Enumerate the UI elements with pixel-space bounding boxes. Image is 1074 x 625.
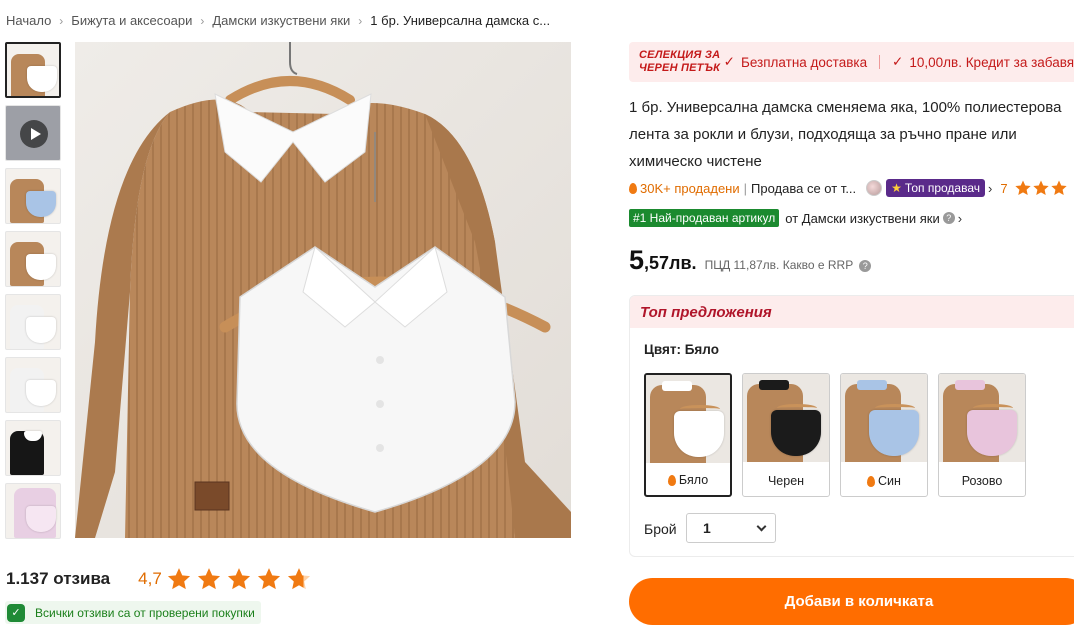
check-icon: ✓: [723, 54, 735, 69]
color-swatch[interactable]: Бяло: [644, 373, 732, 497]
breadcrumb-current: 1 бр. Универсална дамска с...: [370, 13, 551, 28]
chevron-right-icon: ›: [358, 13, 363, 28]
seller-avatar[interactable]: [866, 180, 883, 196]
product-title: 1 бр. Универсална дамска сменяема яка, 1…: [629, 99, 1062, 170]
promo-bar[interactable]: СЕЛЕКЦИЯ ЗА ЧЕРЕН ПЕТЪК ✓ Безплатна доста…: [629, 42, 1074, 82]
help-icon[interactable]: ?: [942, 212, 955, 224]
thumbnail-strip: [5, 42, 63, 546]
swatch-label: Черен: [767, 474, 805, 488]
rating-value: 4,7: [138, 569, 162, 588]
chevron-right-icon[interactable]: ›: [958, 211, 962, 226]
star-rating: [166, 566, 316, 592]
swatch-label: Син: [841, 474, 927, 488]
bestseller-badge: #1 Най-продаван артикул: [629, 209, 780, 227]
quantity-select[interactable]: 1: [686, 513, 776, 543]
product-photo: [75, 42, 571, 538]
check-icon: ✓: [892, 54, 904, 69]
star-half-icon: [287, 568, 310, 590]
divider: |: [743, 180, 748, 196]
top-offers-card: Топ предложения Цвят: Бяло Бяло Черен Син Р…: [629, 295, 1074, 557]
swatch-label: Розово: [961, 474, 1003, 488]
star-icon: [197, 568, 220, 590]
thumbnail-3[interactable]: [5, 168, 61, 224]
thumbnail-1[interactable]: [5, 42, 61, 98]
divider: [879, 55, 881, 69]
color-swatch[interactable]: Син: [840, 373, 928, 497]
thumbnail-5[interactable]: [5, 294, 61, 350]
delay-credit-text: 10,00лв. Кредит за забавяне: [909, 54, 1074, 70]
bestseller-category: от Дамски изкуствени яки: [785, 210, 940, 226]
reviews-summary[interactable]: 1.137 отзива 4,7: [6, 566, 316, 592]
thumbnail-6[interactable]: [5, 357, 61, 413]
flame-icon: [867, 475, 876, 487]
star-icon: [167, 568, 190, 590]
sold-count: 30K+ продадени: [629, 181, 740, 196]
flame-icon: [667, 474, 676, 486]
breadcrumb-jewelry[interactable]: Бижута и аксесоари: [71, 13, 192, 28]
price-main: 5: [629, 245, 645, 275]
quantity-label: Брой: [644, 521, 677, 537]
seller-link[interactable]: Продава се от т...: [751, 181, 856, 196]
thumbnail-4[interactable]: [5, 231, 61, 287]
swatch-label: Бяло: [646, 473, 730, 487]
verified-reviews-badge: ✓ Всички отзиви са от проверени покупки: [5, 601, 261, 624]
color-swatch[interactable]: Черен: [742, 373, 830, 497]
thumbnail-video[interactable]: [5, 105, 61, 161]
thumbnail-7[interactable]: [5, 420, 61, 476]
breadcrumb-home[interactable]: Начало: [6, 13, 51, 28]
seller-rating: 7: [1000, 180, 1008, 196]
swatch-image: [939, 374, 1025, 462]
flame-icon: [629, 182, 637, 194]
swatch-image: [646, 375, 730, 463]
star-icon: [227, 568, 250, 590]
breadcrumb-collars[interactable]: Дамски изкуствени яки: [212, 13, 350, 28]
verified-text: Всички отзиви са от проверени покупки: [35, 605, 255, 620]
add-to-cart-button[interactable]: Добави в количката: [629, 578, 1074, 625]
color-label: Цвят: Бяло: [644, 342, 719, 357]
top-seller-badge[interactable]: ★ Топ продавач: [886, 179, 985, 197]
delay-credit: ✓ 10,00лв. Кредит за забавяне: [892, 54, 1074, 70]
price: 5 ,57лв. ПЦД 11,87лв. Какво е RRP ?: [629, 245, 872, 276]
star-icon: [1050, 180, 1067, 196]
main-product-image[interactable]: [75, 42, 571, 538]
top-offers-header: Топ предложения: [630, 296, 1074, 328]
swatch-image: [743, 374, 829, 462]
star-icon: [257, 568, 280, 590]
chevron-down-icon: [756, 521, 767, 531]
chevron-right-icon: ›: [200, 13, 205, 28]
price-cents: ,57лв.: [644, 253, 697, 273]
free-shipping-text: Безплатна доставка: [740, 54, 868, 70]
quantity-value: 1: [703, 520, 711, 536]
color-swatch[interactable]: Розово: [938, 373, 1026, 497]
color-swatches: Бяло Черен Син Розово: [644, 373, 1036, 497]
swatch-image: [841, 374, 927, 462]
breadcrumb: Начало › Бижута и аксесоари › Дамски изк…: [6, 13, 550, 28]
play-icon: [20, 120, 48, 148]
free-shipping: ✓ Безплатна доставка: [724, 54, 867, 70]
star-icon: [1014, 180, 1031, 196]
review-count: 1.137 отзива: [6, 569, 111, 588]
bestseller-row[interactable]: #1 Най-продаван артикул от Дамски изкуст…: [629, 209, 970, 227]
shield-icon: ✓: [7, 603, 25, 622]
thumbnail-8[interactable]: [5, 483, 61, 539]
promo-logo-line2: ЧЕРЕН ПЕТЪК: [639, 62, 721, 74]
promo-logo-line1: СЕЛЕКЦИЯ ЗА: [639, 49, 721, 61]
product-meta: 30K+ продадени | Продава се от т... ★ Топ…: [629, 179, 1068, 197]
price-rrp: ПЦД 11,87лв. Какво е RRP: [704, 258, 854, 272]
promo-logo: СЕЛЕКЦИЯ ЗА ЧЕРЕН ПЕТЪК: [639, 49, 724, 75]
star-icon: [1032, 180, 1049, 196]
chevron-right-icon[interactable]: ›: [988, 181, 992, 196]
help-icon[interactable]: ?: [859, 260, 872, 272]
star-icon: ★: [891, 181, 902, 195]
chevron-right-icon: ›: [59, 13, 64, 28]
